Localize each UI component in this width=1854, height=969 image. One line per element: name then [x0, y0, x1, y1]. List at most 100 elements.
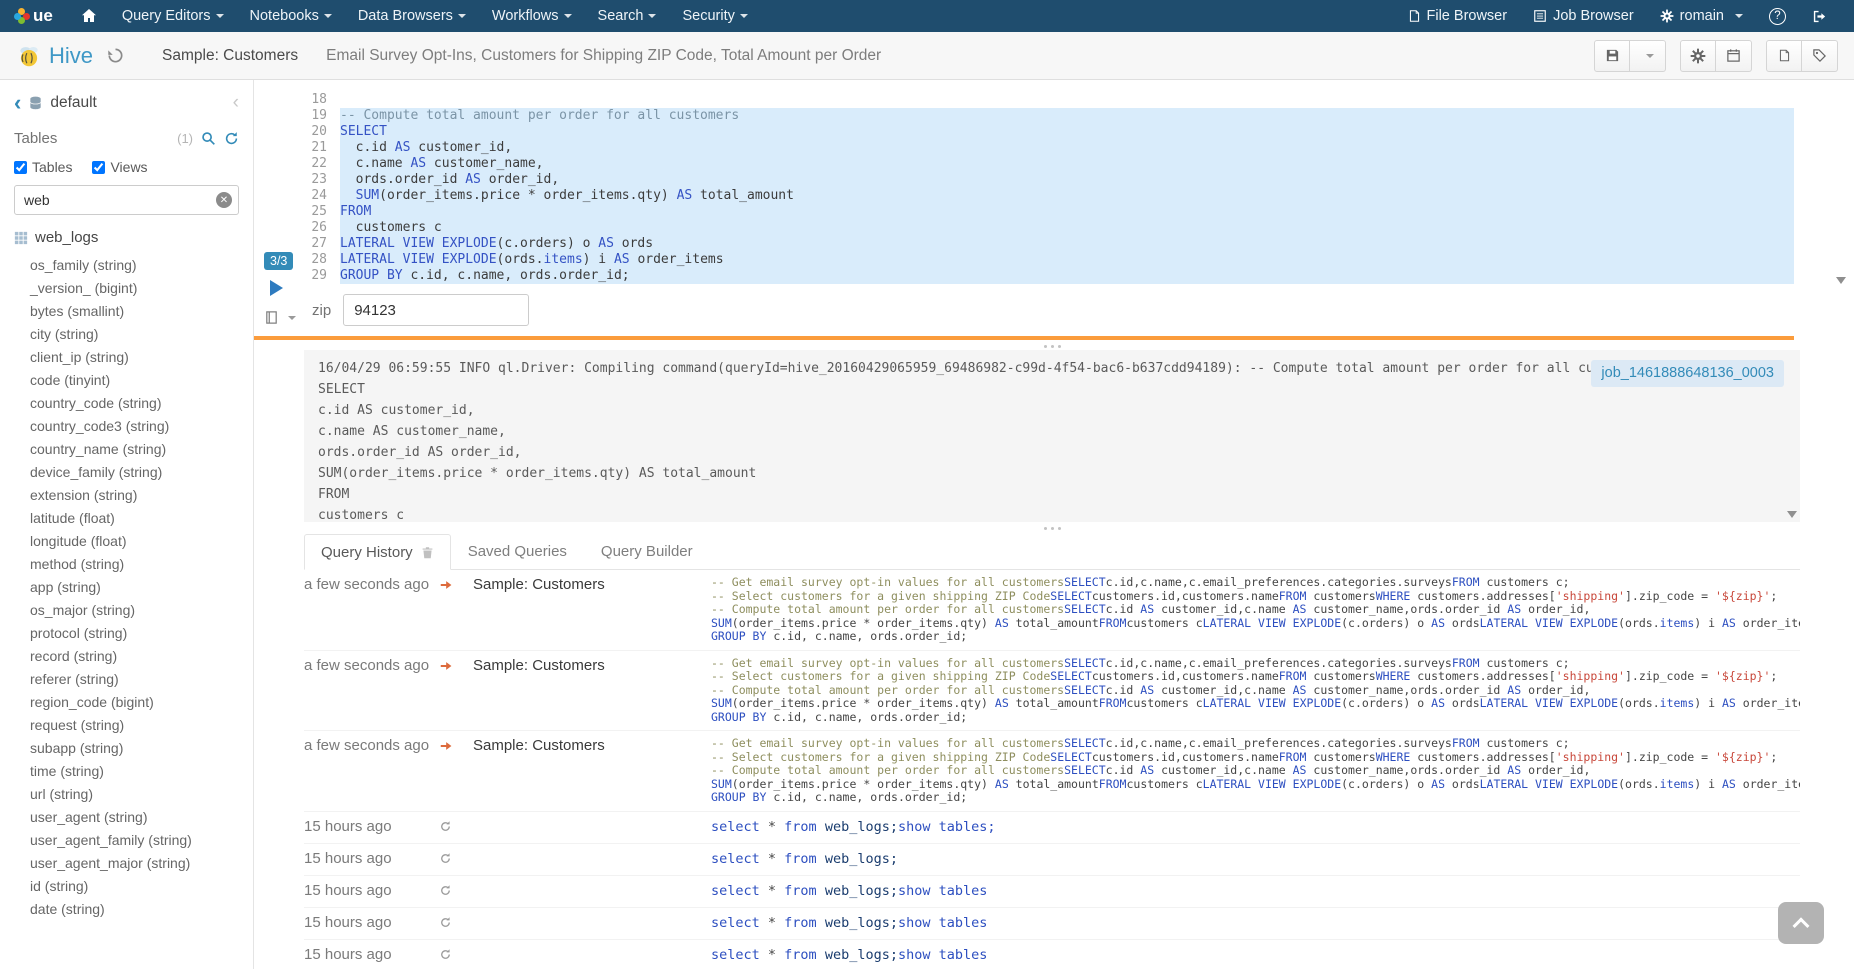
editor-line[interactable]: 28LATERAL VIEW EXPLODE(ords.items) i AS … — [304, 252, 1794, 268]
log-scroll-down-icon[interactable] — [1787, 511, 1797, 518]
column-item[interactable]: date (string) — [14, 898, 239, 921]
sql-token: c.id — [1106, 684, 1141, 697]
column-item[interactable]: subapp (string) — [14, 737, 239, 760]
column-item[interactable]: region_code (bigint) — [14, 691, 239, 714]
collapse-sidebar-icon[interactable]: ‹ — [233, 92, 239, 114]
column-item[interactable]: country_code (string) — [14, 392, 239, 415]
database-name[interactable]: default — [50, 94, 97, 112]
nav-user-menu[interactable]: romain — [1647, 0, 1756, 32]
hive-app-link[interactable]: Hive — [16, 43, 93, 69]
sql-token: FROM — [1452, 576, 1480, 589]
editor-line[interactable]: 22 c.name AS customer_name, — [304, 156, 1794, 172]
nav-menu-query-editors[interactable]: Query Editors — [109, 0, 237, 32]
history-row[interactable]: a few seconds agoSample: Customers-- Get… — [304, 731, 1800, 812]
save-button[interactable] — [1594, 40, 1630, 72]
editor-line[interactable]: 21 c.id AS customer_id, — [304, 140, 1794, 156]
nav-menu-search[interactable]: Search — [585, 0, 670, 32]
column-item[interactable]: request (string) — [14, 714, 239, 737]
log-resize-handle[interactable] — [304, 345, 1800, 348]
nav-job-browser[interactable]: Job Browser — [1520, 0, 1647, 32]
editor-line[interactable]: 29GROUP BY c.id, c.name, ords.order_id; — [304, 268, 1794, 284]
column-item[interactable]: country_name (string) — [14, 438, 239, 461]
editor-line[interactable]: 26 customers c — [304, 220, 1794, 236]
sql-token: ords — [1445, 778, 1480, 791]
query-history-icon[interactable] — [107, 47, 124, 64]
history-row[interactable]: 15 hours agoselect * from web_logs; — [304, 844, 1800, 876]
logout-button[interactable] — [1799, 0, 1840, 32]
column-item[interactable]: code (tinyint) — [14, 369, 239, 392]
back-chevron-icon[interactable]: ‹ — [14, 94, 21, 112]
help-button[interactable]: ? — [1756, 0, 1799, 32]
history-row[interactable]: 15 hours agoselect * from web_logs;show … — [304, 812, 1800, 844]
filter-checkbox-views[interactable] — [92, 161, 105, 174]
nav-menu-data-browsers[interactable]: Data Browsers — [345, 0, 479, 32]
search-icon[interactable] — [201, 131, 216, 146]
nav-menu-notebooks[interactable]: Notebooks — [237, 0, 345, 32]
tab-query-builder[interactable]: Query Builder — [584, 534, 710, 569]
editor-line[interactable]: 27LATERAL VIEW EXPLODE(c.orders) o AS or… — [304, 236, 1794, 252]
editor-line[interactable]: 19-- Compute total amount per order for … — [304, 108, 1794, 124]
column-item[interactable]: referer (string) — [14, 668, 239, 691]
home-icon[interactable] — [69, 0, 109, 32]
column-item[interactable]: _version_ (bigint) — [14, 277, 239, 300]
history-resize-handle[interactable] — [304, 527, 1800, 530]
column-item[interactable]: method (string) — [14, 553, 239, 576]
column-item[interactable]: latitude (float) — [14, 507, 239, 530]
nav-menu-security[interactable]: Security — [669, 0, 760, 32]
job-link[interactable]: job_1461888648136_0003 — [1591, 360, 1784, 387]
history-row[interactable]: a few seconds agoSample: Customers-- Get… — [304, 651, 1800, 732]
scroll-to-top-button[interactable] — [1778, 902, 1824, 944]
column-item[interactable]: user_agent (string) — [14, 806, 239, 829]
column-item[interactable]: user_agent_major (string) — [14, 852, 239, 875]
column-item[interactable]: url (string) — [14, 783, 239, 806]
column-item[interactable]: extension (string) — [14, 484, 239, 507]
tab-saved-queries[interactable]: Saved Queries — [451, 534, 584, 569]
editor-line[interactable]: 24 SUM(order_items.price * order_items.q… — [304, 188, 1794, 204]
snippet-menu-button[interactable] — [264, 310, 296, 325]
tab-query-history[interactable]: Query History — [304, 534, 451, 570]
new-document-button[interactable] — [1766, 40, 1802, 72]
nav-menu-workflows[interactable]: Workflows — [479, 0, 585, 32]
filter-checkbox-tables[interactable] — [14, 161, 27, 174]
schedule-button[interactable] — [1716, 40, 1752, 72]
table-entry[interactable]: web_logs — [14, 229, 239, 246]
column-item[interactable]: os_family (string) — [14, 254, 239, 277]
column-item[interactable]: city (string) — [14, 323, 239, 346]
filter-tables[interactable]: Tables — [14, 159, 72, 175]
editor-line[interactable]: 23 ords.order_id AS order_id, — [304, 172, 1794, 188]
column-item[interactable]: bytes (smallint) — [14, 300, 239, 323]
editor-line[interactable]: 20SELECT — [304, 124, 1794, 140]
save-menu-button[interactable] — [1630, 40, 1666, 72]
code-editor[interactable]: 1819-- Compute total amount per order fo… — [304, 92, 1794, 284]
nav-file-browser[interactable]: File Browser — [1395, 0, 1521, 32]
sql-token: GROUP BY — [711, 711, 766, 724]
refresh-icon[interactable] — [224, 131, 239, 146]
column-item[interactable]: device_family (string) — [14, 461, 239, 484]
hue-logo[interactable]: ue — [14, 6, 53, 26]
filter-views[interactable]: Views — [92, 159, 147, 175]
table-filter-input[interactable] — [14, 185, 239, 215]
column-item[interactable]: longitude (float) — [14, 530, 239, 553]
clear-filter-icon[interactable]: ✕ — [216, 192, 232, 208]
tags-button[interactable] — [1802, 40, 1838, 72]
history-row[interactable]: 15 hours agoselect * from web_logs;show … — [304, 940, 1800, 969]
column-item[interactable]: country_code3 (string) — [14, 415, 239, 438]
editor-scroll-down-icon[interactable] — [1836, 277, 1846, 284]
history-row[interactable]: 15 hours agoselect * from web_logs;show … — [304, 908, 1800, 940]
column-item[interactable]: user_agent_family (string) — [14, 829, 239, 852]
editor-line[interactable]: 25FROM — [304, 204, 1794, 220]
variable-input[interactable] — [343, 294, 529, 326]
clear-history-icon[interactable] — [421, 546, 434, 559]
history-row[interactable]: 15 hours agoselect * from web_logs;show … — [304, 876, 1800, 908]
column-item[interactable]: app (string) — [14, 576, 239, 599]
column-item[interactable]: time (string) — [14, 760, 239, 783]
history-row[interactable]: a few seconds agoSample: Customers-- Get… — [304, 570, 1800, 651]
column-item[interactable]: client_ip (string) — [14, 346, 239, 369]
editor-line[interactable]: 18 — [304, 92, 1794, 108]
column-item[interactable]: record (string) — [14, 645, 239, 668]
column-item[interactable]: protocol (string) — [14, 622, 239, 645]
execute-button[interactable] — [270, 280, 283, 296]
column-item[interactable]: id (string) — [14, 875, 239, 898]
column-item[interactable]: os_major (string) — [14, 599, 239, 622]
settings-button[interactable] — [1680, 40, 1716, 72]
